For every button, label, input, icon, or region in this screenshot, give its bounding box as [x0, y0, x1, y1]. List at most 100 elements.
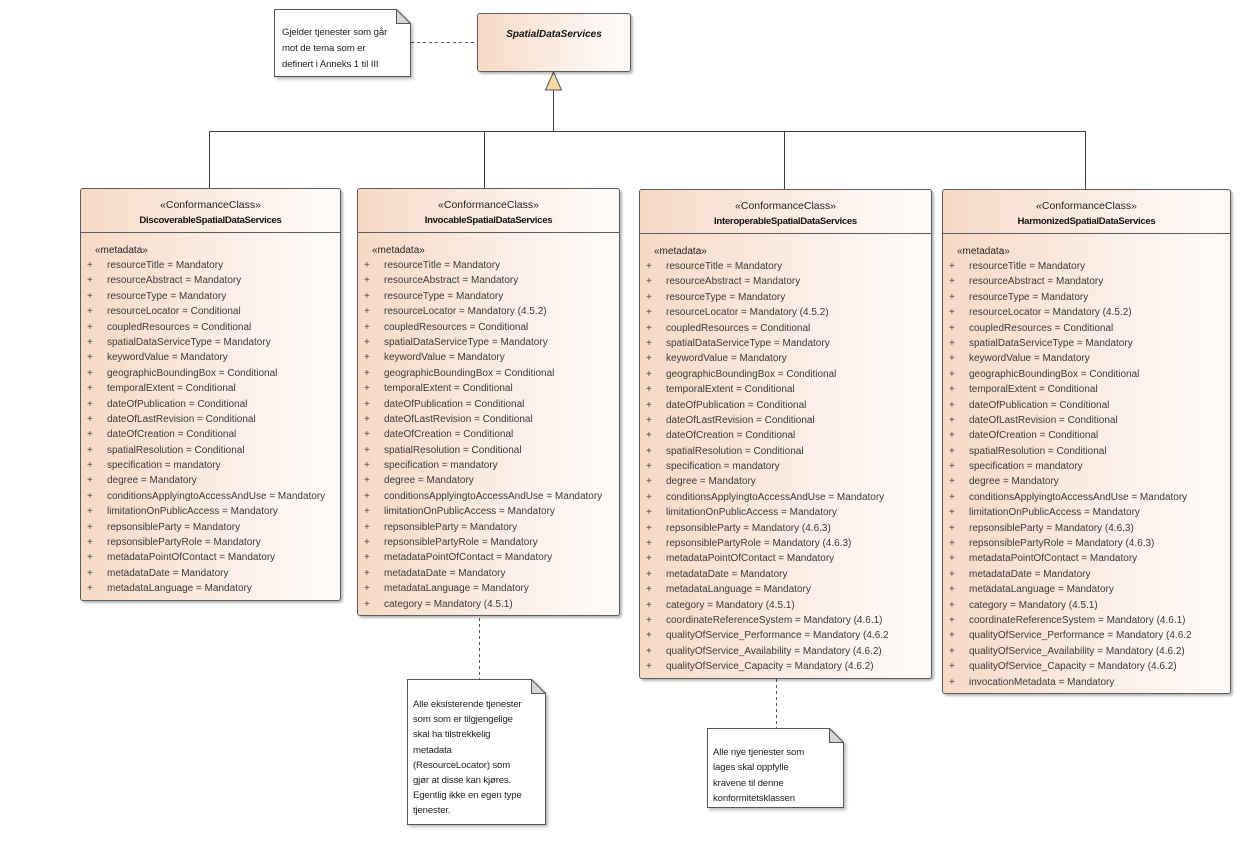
- public-visibility-marker: +: [364, 460, 370, 472]
- class-spatial-data-services: SpatialDataServices: [477, 13, 631, 72]
- attribute-text: keywordValue = Mandatory: [666, 353, 787, 365]
- attribute-text: conditionsApplyingtoAccessAndUse = Manda…: [969, 491, 1188, 503]
- attribute-row: + keywordValue = Mandatory: [358, 350, 619, 365]
- public-visibility-marker: +: [646, 445, 652, 457]
- attribute-row: + limitationOnPublicAccess = Mandatory: [943, 505, 1230, 520]
- attribute-text: spatialDataServiceType = Mandatory: [666, 337, 830, 349]
- class-stereotype: «ConformanceClass»: [1036, 200, 1137, 212]
- attribute-list: + resourceTitle = Mandatory + resourceAbstr…: [640, 259, 931, 675]
- note-line: Alle nye tjenester som: [713, 747, 805, 758]
- public-visibility-marker: +: [949, 368, 955, 380]
- note-text: Gjelder tjenester som går mot de tema som…: [274, 9, 411, 73]
- public-visibility-marker: +: [949, 553, 955, 565]
- attribute-text: invocationMetadata = Mandatory: [969, 676, 1115, 688]
- attribute-text: resourceAbstract = Mandatory: [107, 275, 242, 287]
- attribute-compartment: «metadata» + resourceTitle = Mandatory + re…: [81, 233, 340, 600]
- attribute-row: + resourceType = Mandatory: [81, 289, 340, 304]
- note-line: gjør at disse kan kjøres.: [413, 775, 512, 787]
- public-visibility-marker: +: [646, 353, 652, 365]
- attribute-row: + temporalExtent = Conditional: [640, 382, 931, 397]
- attribute-row: + dateOfCreation = Conditional: [81, 427, 340, 442]
- public-visibility-marker: +: [646, 568, 652, 580]
- public-visibility-marker: +: [87, 398, 93, 410]
- attribute-row: + repsonsiblePartyRole = Mandatory (4.6.3…: [640, 536, 931, 551]
- public-visibility-marker: +: [949, 584, 955, 596]
- public-visibility-marker: +: [646, 584, 652, 596]
- attribute-row: + spatialDataServiceType = Mandatory: [943, 336, 1230, 351]
- attribute-text: degree = Mandatory: [666, 476, 756, 488]
- attribute-text: degree = Mandatory: [384, 475, 474, 487]
- public-visibility-marker: +: [949, 645, 955, 657]
- attribute-text: spatialResolution = Conditional: [969, 445, 1107, 457]
- public-visibility-marker: +: [87, 475, 93, 487]
- attribute-text: resourceTitle = Mandatory: [666, 261, 783, 272]
- attribute-row: + metadataPointOfContact = Mandatory: [640, 551, 931, 566]
- attribute-text: coupledResources = Conditional: [107, 321, 252, 333]
- attribute-row: + geographicBoundingBox = Conditional: [358, 366, 619, 381]
- attribute-text: metadataPointOfContact = Mandatory: [384, 552, 553, 564]
- attribute-row: + resourceAbstract = Mandatory: [81, 273, 340, 288]
- public-visibility-marker: +: [364, 521, 370, 533]
- attribute-row: + metadataDate = Mandatory: [358, 566, 619, 581]
- attribute-text: metadataLanguage = Mandatory: [969, 584, 1114, 596]
- attribute-text: resourceAbstract = Mandatory: [969, 276, 1104, 288]
- attribute-text: spatialDataServiceType = Mandatory: [107, 336, 271, 348]
- attribute-text: coupledResources = Conditional: [384, 321, 529, 333]
- attribute-row: + spatialDataServiceType = Mandatory: [640, 336, 931, 351]
- note-line: kravene til denne: [713, 777, 784, 789]
- attribute-text: resourceLocator = Conditional: [107, 306, 241, 318]
- attribute-row: + qualityOfService_Capacity = Mandatory (…: [943, 659, 1230, 674]
- attribute-row: + degree = Mandatory: [640, 474, 931, 489]
- attribute-row: + limitationOnPublicAccess = Mandatory: [81, 504, 340, 519]
- public-visibility-marker: +: [646, 322, 652, 334]
- public-visibility-marker: +: [87, 290, 93, 302]
- note-line: som som er tilgjengelige: [413, 714, 513, 726]
- attribute-text: dateOfCreation = Conditional: [666, 430, 796, 442]
- attribute-text: temporalExtent = Conditional: [666, 384, 795, 396]
- public-visibility-marker: +: [364, 583, 370, 595]
- public-visibility-marker: +: [87, 352, 93, 364]
- attribute-row: + degree = Mandatory: [81, 473, 340, 488]
- attribute-text: repsonsiblePartyRole = Mandatory: [384, 537, 538, 549]
- attribute-text: resourceType = Mandatory: [666, 291, 786, 303]
- attribute-list: + resourceTitle = Mandatory + resourceAbstr…: [943, 259, 1230, 690]
- attribute-row: + repsonsibleParty = Mandatory (4.6.3): [943, 521, 1230, 536]
- attribute-row: + spatialResolution = Conditional: [640, 444, 931, 459]
- attribute-text: geographicBoundingBox = Conditional: [384, 367, 555, 379]
- attribute-text: dateOfPublication = Conditional: [666, 399, 807, 411]
- public-visibility-marker: +: [949, 307, 955, 319]
- public-visibility-marker: +: [949, 322, 955, 334]
- class-header: «ConformanceClass» HarmonizedSpatialData…: [943, 190, 1230, 234]
- public-visibility-marker: +: [87, 552, 93, 564]
- class-interoperable-spatial-data-services: «ConformanceClass» InteroperableSpatialD…: [639, 189, 932, 679]
- public-visibility-marker: +: [949, 599, 955, 611]
- public-visibility-marker: +: [646, 276, 652, 288]
- attribute-text: keywordValue = Mandatory: [384, 352, 505, 364]
- attribute-row: + metadataPointOfContact = Mandatory: [358, 550, 619, 565]
- attribute-row: + coordinateReferenceSystem = Mandatory (…: [640, 613, 931, 628]
- attribute-row: + repsonsiblePartyRole = Mandatory: [358, 535, 619, 550]
- public-visibility-marker: +: [364, 275, 370, 287]
- attribute-row: + geographicBoundingBox = Conditional: [81, 366, 340, 381]
- attribute-text: spatialResolution = Conditional: [666, 445, 804, 457]
- attribute-text: limitationOnPublicAccess = Mandatory: [666, 507, 837, 519]
- class-stereotype: «ConformanceClass»: [438, 199, 539, 211]
- public-visibility-marker: +: [949, 507, 955, 519]
- public-visibility-marker: +: [646, 430, 652, 442]
- note-interoperable: Alle nye tjenester som lages skal oppfyll…: [707, 728, 844, 808]
- attribute-row: + spatialDataServiceType = Mandatory: [358, 335, 619, 350]
- attribute-text: geographicBoundingBox = Conditional: [666, 368, 837, 380]
- attribute-row: + coupledResources = Conditional: [81, 320, 340, 335]
- public-visibility-marker: +: [364, 552, 370, 564]
- note-line: (ResourceLocator) som: [413, 759, 511, 771]
- public-visibility-marker: +: [364, 290, 370, 302]
- attribute-text: spatialDataServiceType = Mandatory: [969, 337, 1133, 349]
- attribute-text: coupledResources = Conditional: [666, 322, 811, 334]
- public-visibility-marker: +: [949, 630, 955, 642]
- attribute-row: + conditionsApplyingtoAccessAndUse = Mand…: [358, 489, 619, 504]
- class-header: «ConformanceClass» DiscoverableSpatialDa…: [81, 189, 340, 233]
- public-visibility-marker: +: [87, 260, 93, 271]
- public-visibility-marker: +: [364, 413, 370, 425]
- public-visibility-marker: +: [364, 306, 370, 318]
- attribute-text: repsonsibleParty = Mandatory (4.6.3): [969, 522, 1134, 534]
